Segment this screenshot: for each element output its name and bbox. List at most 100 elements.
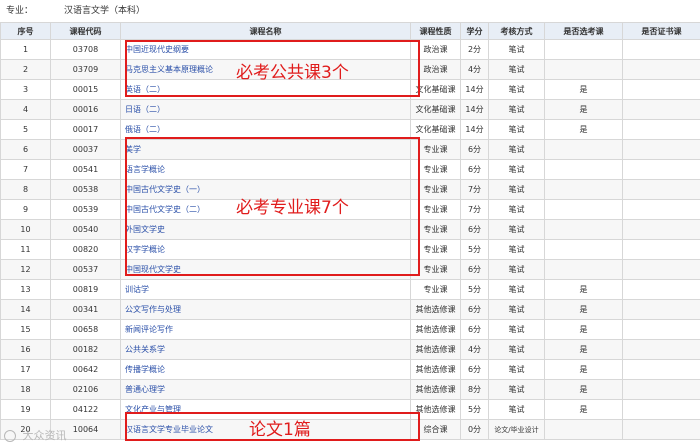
cell-code: 03708 [50, 39, 121, 60]
course-name-link[interactable]: 训诂学 [125, 285, 149, 294]
cell-type: 其他选修课 [410, 359, 461, 380]
cell-credit: 4分 [460, 339, 489, 360]
course-name-link[interactable]: 英语（二） [125, 85, 165, 94]
cell-method: 笔试 [488, 119, 545, 140]
cell-cert [622, 79, 700, 100]
cell-code: 02106 [50, 379, 121, 400]
cell-type: 专业课 [410, 219, 461, 240]
cell-no: 14 [0, 299, 51, 320]
cell-cert [622, 99, 700, 120]
cell-elective: 是 [544, 319, 623, 340]
course-name-link[interactable]: 日语（二） [125, 105, 165, 114]
course-name-link[interactable]: 汉语言文学专业毕业论文 [125, 425, 213, 434]
cell-no: 12 [0, 259, 51, 280]
cell-no: 17 [0, 359, 51, 380]
cell-credit: 6分 [460, 259, 489, 280]
table-row: 19 04122 文化产业与管理 其他选修课 5分 笔试是 [0, 399, 700, 420]
cell-code: 00537 [50, 259, 121, 280]
col-header-elective: 是否选考课 [544, 22, 623, 40]
cell-method: 笔试 [488, 379, 545, 400]
major-label: 专业： [6, 6, 34, 16]
course-name-link[interactable]: 中国古代文学史（二） [125, 205, 205, 214]
cell-credit: 14分 [460, 119, 489, 140]
table-row: 18 02106 普通心理学 其他选修课 8分 笔试是 [0, 379, 700, 400]
cell-credit: 8分 [460, 379, 489, 400]
course-name-link[interactable]: 新闻评论写作 [125, 325, 173, 334]
cell-no: 3 [0, 79, 51, 100]
course-name-link[interactable]: 俄语（二） [125, 125, 165, 134]
cell-cert [622, 259, 700, 280]
watermark: 大众资讯 [4, 427, 67, 443]
col-header-code: 课程代码 [50, 22, 121, 40]
cell-no: 4 [0, 99, 51, 120]
table-row: 17 00642 传播学概论 其他选修课 6分 笔试是 [0, 359, 700, 380]
cell-elective [544, 419, 623, 440]
cell-no: 18 [0, 379, 51, 400]
cell-name: 公共关系学 [120, 339, 411, 360]
table-row: 1 03708 中国近现代史纲要 政治课 2分 笔试 [0, 39, 700, 60]
course-name-link[interactable]: 中国古代文学史（一） [125, 185, 205, 194]
table-row: 13 00819 训诂学 专业课 5分 笔试是 [0, 279, 700, 300]
course-name-link[interactable]: 公共关系学 [125, 345, 165, 354]
cell-cert [622, 279, 700, 300]
cell-elective: 是 [544, 279, 623, 300]
course-name-link[interactable]: 外国文学史 [125, 225, 165, 234]
course-name-link[interactable]: 中国现代文学史 [125, 265, 181, 274]
course-name-link[interactable]: 马克思主义基本原理概论 [125, 65, 213, 74]
course-name-link[interactable]: 语言学概论 [125, 165, 165, 174]
cell-cert [622, 399, 700, 420]
cell-elective [544, 159, 623, 180]
col-header-credit: 学分 [460, 22, 489, 40]
cell-type: 专业课 [410, 239, 461, 260]
cell-type: 专业课 [410, 179, 461, 200]
cell-elective [544, 139, 623, 160]
cell-credit: 7分 [460, 179, 489, 200]
watermark-logo-icon [4, 430, 16, 442]
cell-credit: 6分 [460, 359, 489, 380]
cell-elective: 是 [544, 399, 623, 420]
cell-method: 论文/毕业设计 [488, 419, 545, 440]
cell-cert [622, 199, 700, 220]
cell-name: 训诂学 [120, 279, 411, 300]
major-header: 专业： 汉语言文学（本科） [0, 0, 700, 22]
course-name-link[interactable]: 汉字学概论 [125, 245, 165, 254]
cell-code: 04122 [50, 399, 121, 420]
watermark-text: 大众资讯 [22, 429, 67, 442]
cell-name: 普通心理学 [120, 379, 411, 400]
course-name-link[interactable]: 传播学概论 [125, 365, 165, 374]
col-header-type: 课程性质 [410, 22, 461, 40]
cell-cert [622, 179, 700, 200]
course-name-link[interactable]: 公文写作与处理 [125, 305, 181, 314]
cell-type: 政治课 [410, 39, 461, 60]
course-name-link[interactable]: 文化产业与管理 [125, 405, 181, 414]
cell-no: 2 [0, 59, 51, 80]
public-courses-annotation: 必考公共课3个 [236, 63, 349, 83]
cell-cert [622, 39, 700, 60]
cell-method: 笔试 [488, 259, 545, 280]
course-name-link[interactable]: 美学 [125, 145, 141, 154]
cell-credit: 4分 [460, 59, 489, 80]
cell-cert [622, 379, 700, 400]
cell-credit: 5分 [460, 279, 489, 300]
cell-credit: 6分 [460, 159, 489, 180]
cell-code: 00015 [50, 79, 121, 100]
cell-no: 19 [0, 399, 51, 420]
cell-name: 俄语（二） [120, 119, 411, 140]
cell-type: 政治课 [410, 59, 461, 80]
cell-type: 其他选修课 [410, 299, 461, 320]
cell-credit: 5分 [460, 399, 489, 420]
cell-method: 笔试 [488, 199, 545, 220]
course-table: 序号 课程代码 课程名称 课程性质 学分 考核方式 是否选考课 是否证书课 10… [0, 22, 700, 440]
table-row: 5 00017 俄语（二） 文化基础课 14分 笔试是 [0, 119, 700, 140]
cell-credit: 6分 [460, 319, 489, 340]
table-row: 9 00539 中国古代文学史（二） 专业课 7分 笔试 [0, 199, 700, 220]
course-name-link[interactable]: 普通心理学 [125, 385, 165, 394]
table-row: 20 10064 汉语言文学专业毕业论文 综合课 0分 论文/毕业设计 [0, 419, 700, 440]
cell-no: 15 [0, 319, 51, 340]
cell-method: 笔试 [488, 319, 545, 340]
col-header-method: 考核方式 [488, 22, 545, 40]
cell-method: 笔试 [488, 179, 545, 200]
course-name-link[interactable]: 中国近现代史纲要 [125, 45, 189, 54]
cell-cert [622, 419, 700, 440]
cell-code: 00819 [50, 279, 121, 300]
